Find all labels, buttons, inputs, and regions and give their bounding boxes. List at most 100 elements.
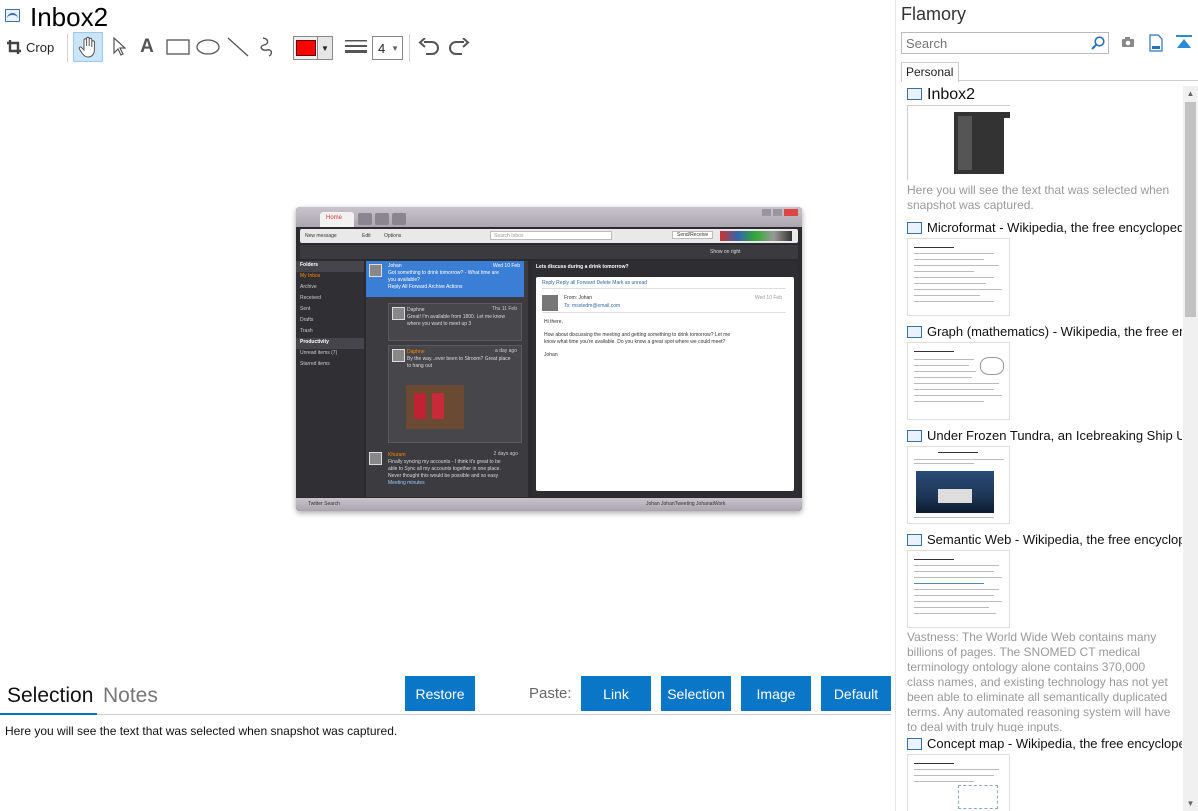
list-item-title: Graph (mathematics) - Wikipedia, the fre… (927, 324, 1182, 339)
paste-selection-button[interactable]: Selection (661, 676, 731, 711)
paste-link-button[interactable]: Link (581, 676, 651, 711)
restore-button[interactable]: Restore (405, 676, 475, 711)
snapshot-icon (907, 430, 922, 442)
snapshot-thumbnail[interactable] (907, 754, 1010, 811)
shot-status-right: Johan JohanTweeting JohanatWork (646, 501, 726, 507)
camera-icon[interactable] (1121, 36, 1135, 48)
color-swatch (296, 40, 316, 56)
shot-folder: Productivity (296, 338, 364, 349)
shot-avatar (392, 307, 405, 320)
crop-label: Crop (26, 39, 55, 55)
rectangle-tool-button[interactable] (164, 32, 192, 62)
shot-folder: Sent (300, 306, 311, 312)
text-tool-button[interactable]: A (134, 32, 160, 62)
redo-button[interactable] (446, 32, 472, 62)
list-item[interactable]: Microformat - Wikipedia, the free encycl… (907, 220, 1182, 238)
list-item[interactable]: Semantic Web - Wikipedia, the free encyc… (907, 532, 1182, 550)
toolbar-divider (67, 34, 68, 62)
shot-message-text: Khuram Finally syncing my accounts - I t… (388, 452, 501, 487)
undo-button[interactable] (416, 32, 442, 62)
shot-subbar: Show on right (300, 245, 798, 259)
selected-text[interactable]: Here you will see the text that was sele… (5, 724, 397, 738)
snapshot-thumbnail[interactable] (907, 342, 1010, 420)
shot-text: where you want to meet up 3 (407, 321, 472, 327)
shot-reading-page: Reply Reply all Forward Delete Mark as u… (536, 277, 794, 491)
list-item-title: Concept map - Wikipedia, the free encycl… (927, 736, 1182, 751)
shot-reading-to: To: msstedm@email.com (564, 303, 621, 309)
line-width-select[interactable]: 4 ▼ (372, 36, 403, 60)
list-item-title: Microformat - Wikipedia, the free encycl… (927, 220, 1182, 235)
shot-tab (358, 213, 372, 225)
editor-panel: Inbox2 Crop A ▼ 4 ▼ Home New message Edi… (0, 0, 895, 811)
notes-panel: Selection Notes Restore Paste: Link Sele… (0, 676, 895, 811)
shot-titlebar: Home (296, 207, 802, 227)
snapshot-thumbnail[interactable] (907, 446, 1010, 524)
text-icon: A (140, 36, 154, 57)
snapshot-canvas[interactable]: Home New message Edit Options Search Inb… (0, 64, 895, 676)
snapshot-thumbnail[interactable] (907, 550, 1010, 628)
shot-from: Johan (388, 263, 402, 269)
app-brand: Flamory (901, 4, 967, 24)
shot-folders: Folders My Inbox Archive Received Sent D… (296, 261, 364, 497)
search-icon[interactable] (1091, 36, 1105, 50)
shot-folder: Archive (300, 284, 317, 290)
freehand-tool-button[interactable] (254, 32, 282, 62)
search-input[interactable] (901, 32, 1109, 54)
paste-default-button[interactable]: Default (821, 676, 891, 711)
hand-tool-button[interactable] (73, 32, 103, 62)
shot-avatar (369, 452, 382, 465)
shot-attachment: Meeting minutes (388, 480, 425, 486)
color-picker[interactable]: ▼ (293, 36, 333, 60)
select-tool-button[interactable] (106, 32, 132, 62)
shot-text: Got something to drink tomorrow? - What … (388, 270, 499, 276)
shot-text: Finally syncing my accounts - I think it… (388, 459, 501, 465)
shot-menu-item: New message (305, 233, 337, 239)
list-item[interactable]: Under Frozen Tundra, an Icebreaking Ship… (907, 428, 1182, 446)
tab-notes[interactable]: Notes (103, 684, 158, 708)
paste-image-button[interactable]: Image (741, 676, 811, 711)
snapshot-thumbnail[interactable] (907, 238, 1010, 316)
shot-actions: Reply All Forward Archive Actions (388, 284, 463, 290)
snapshot-thumbnail[interactable] (907, 105, 1010, 180)
shot-text: able to Sync all my accounts together in… (388, 466, 501, 472)
shot-reading-date: Wed 10 Feb (754, 295, 782, 301)
divider (895, 0, 896, 811)
shot-folder: Folders (296, 261, 364, 272)
tab-selection[interactable]: Selection (7, 684, 93, 708)
list-item[interactable]: Graph (mathematics) - Wikipedia, the fre… (907, 324, 1182, 342)
crop-icon (7, 40, 21, 54)
snapshot-icon (907, 326, 922, 338)
document-title: Inbox2 (30, 2, 109, 32)
list-item[interactable]: Concept map - Wikipedia, the free encycl… (907, 736, 1182, 754)
shot-message-list: Johan Got something to drink tomorrow? -… (366, 261, 528, 497)
shot-reading-header: From: Johan To: msstedm@email.com Wed 10… (542, 293, 786, 313)
shot-reading-body: Hi there, How about discussing the meeti… (544, 319, 784, 359)
shot-search-text: Search Inbox (494, 233, 524, 239)
shot-reading-actions: Reply Reply all Forward Delete Mark as u… (542, 280, 786, 289)
shot-body-line: Johan (544, 352, 558, 358)
list-item-title: Semantic Web - Wikipedia, the free encyc… (927, 532, 1182, 547)
ellipse-tool-button[interactable] (194, 32, 222, 62)
shot-menu-item: Options (384, 233, 402, 239)
line-icon (227, 37, 249, 57)
chevron-up-icon[interactable]: ▲ (1183, 86, 1198, 101)
shot-date: Wed 10 Feb (492, 263, 520, 269)
toolbar-divider (409, 34, 410, 62)
document-icon[interactable] (1149, 34, 1163, 52)
redo-icon (449, 38, 470, 55)
hand-icon (78, 36, 95, 58)
scrollbar[interactable]: ▲ ▼ (1183, 86, 1198, 811)
divider (959, 80, 1198, 81)
pin-to-top-icon[interactable] (1175, 34, 1193, 52)
shot-date: a day ago (495, 348, 517, 354)
paste-label: Paste: (529, 685, 572, 702)
scrollbar-thumb[interactable] (1185, 102, 1196, 317)
chevron-down-icon: ▼ (317, 37, 332, 59)
line-tool-button[interactable] (224, 32, 252, 62)
tab-personal[interactable]: Personal (901, 62, 959, 82)
crop-button[interactable]: Crop (6, 32, 58, 62)
chevron-down-icon[interactable]: ▼ (1183, 796, 1198, 811)
shot-reading-from: From: Johan (564, 295, 593, 301)
shot-message-text: Daphne Great! I'm available from 1800. L… (407, 307, 505, 328)
list-item[interactable]: Inbox2 (907, 86, 1182, 104)
